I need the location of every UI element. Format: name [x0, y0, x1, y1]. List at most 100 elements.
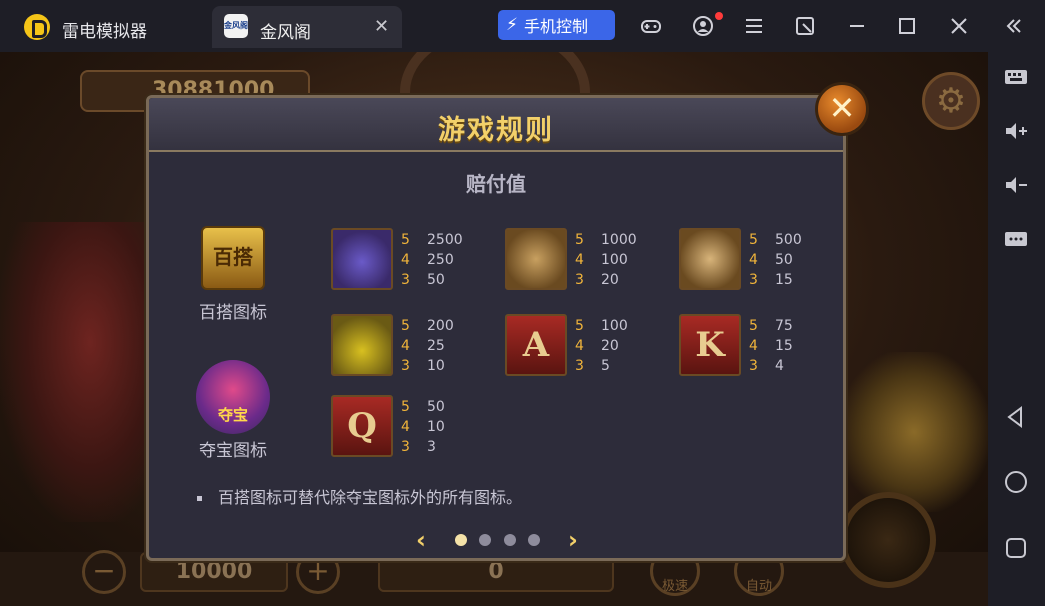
payout-4: 100 — [601, 252, 628, 268]
payout-5: 50 — [427, 399, 445, 415]
payout-5: 75 — [775, 318, 793, 334]
tab-label: 金风阁 — [260, 23, 311, 43]
previous-page-arrow-icon[interactable]: ‹ — [409, 526, 433, 554]
paytable-row: 5 4 3 200 25 10 — [331, 314, 501, 378]
payout-5: 500 — [775, 232, 802, 248]
phone-control-label: 手机控制 — [523, 17, 588, 36]
back-icon[interactable] — [1001, 404, 1031, 434]
count-4: 4 — [401, 252, 410, 268]
wild-symbol-item: 百搭 百搭图标 — [183, 226, 283, 323]
match-counts: 5 4 3 — [575, 230, 589, 290]
dialog-close-button[interactable]: ✕ — [815, 82, 869, 136]
count-4: 4 — [575, 338, 584, 354]
resize-icon[interactable] — [793, 14, 817, 38]
match-counts: 5 4 3 — [749, 230, 763, 290]
page-indicator: ‹ › — [409, 526, 589, 556]
paytable-row: 5 4 3 500 50 15 — [679, 228, 849, 292]
page-dot-active[interactable] — [455, 534, 467, 546]
payout-5: 1000 — [601, 232, 637, 248]
tab-game[interactable]: 金风阁 金风阁 ✕ — [212, 6, 402, 48]
paytable-row: K 5 4 3 75 15 4 — [679, 314, 849, 378]
phone-control-button[interactable]: ⚡ 手机控制 — [498, 10, 615, 40]
payout-5: 2500 — [427, 232, 463, 248]
gamepad-icon[interactable] — [639, 14, 663, 38]
count-5: 5 — [401, 399, 410, 415]
paytable-row: 5 4 3 1000 100 20 — [505, 228, 675, 292]
collapse-sidebar-icon[interactable] — [1002, 14, 1026, 38]
payout-4: 15 — [775, 338, 793, 354]
recent-apps-icon[interactable] — [1001, 535, 1031, 565]
volume-down-icon[interactable] — [1001, 172, 1031, 202]
bet-decrease-button[interactable]: − — [82, 550, 126, 594]
payout-values: 1000 100 20 — [601, 230, 661, 290]
app-name: 雷电模拟器 — [62, 22, 147, 42]
page-dot[interactable] — [479, 534, 491, 546]
potion-bottle-symbol-icon — [331, 314, 393, 376]
wild-symbol-label: 百搭图标 — [199, 303, 267, 323]
bullet-icon — [197, 496, 202, 501]
count-5: 5 — [749, 232, 758, 248]
paytable-title: 赔付值 — [466, 172, 526, 196]
minimize-icon[interactable] — [845, 14, 869, 38]
spin-button[interactable] — [840, 492, 936, 588]
payout-3: 5 — [601, 358, 610, 374]
payout-5: 100 — [601, 318, 628, 334]
payout-4: 25 — [427, 338, 445, 354]
next-page-arrow-icon[interactable]: › — [561, 526, 585, 554]
wild-symbol-icon: 百搭 — [201, 226, 265, 290]
pirate-artwork — [0, 222, 150, 522]
count-3: 3 — [401, 439, 410, 455]
menu-icon[interactable] — [742, 14, 766, 38]
count-5: 5 — [575, 318, 584, 334]
count-5: 5 — [401, 318, 410, 334]
compass-symbol-icon — [679, 228, 741, 290]
keyboard-icon[interactable] — [1001, 64, 1031, 94]
scatter-symbol-icon: 夺宝 — [196, 360, 270, 434]
game-app-icon: 金风阁 — [224, 14, 248, 38]
scatter-symbol-item: 夺宝 夺宝图标 — [183, 360, 283, 461]
scatter-symbol-label: 夺宝图标 — [199, 441, 267, 461]
letter-q-symbol-icon: Q — [331, 395, 393, 457]
captain-symbol-icon — [331, 228, 393, 290]
close-icon[interactable] — [947, 14, 971, 38]
count-4: 4 — [749, 252, 758, 268]
payout-5: 200 — [427, 318, 454, 334]
wild-rule-text: 百搭图标可替代除夺宝图标外的所有图标。 — [218, 488, 523, 507]
count-3: 3 — [749, 358, 758, 374]
count-3: 3 — [749, 272, 758, 288]
ldplayer-logo-icon — [24, 14, 50, 40]
count-5: 5 — [575, 232, 584, 248]
count-4: 4 — [401, 419, 410, 435]
treasure-artwork — [840, 352, 988, 512]
payout-values: 2500 250 50 — [427, 230, 487, 290]
title-bar: 雷电模拟器 金风阁 金风阁 ✕ ⚡ 手机控制 — [0, 0, 1045, 52]
emulator-window: 雷电模拟器 金风阁 金风阁 ✕ ⚡ 手机控制 30881000 ⚙ − 1000… — [0, 0, 1045, 606]
payout-3: 3 — [427, 439, 436, 455]
tab-close-icon[interactable]: ✕ — [374, 16, 389, 37]
count-4: 4 — [575, 252, 584, 268]
count-3: 3 — [401, 358, 410, 374]
home-icon[interactable] — [1001, 469, 1031, 499]
count-3: 3 — [575, 358, 584, 374]
account-icon[interactable] — [691, 14, 715, 38]
count-3: 3 — [575, 272, 584, 288]
payout-values: 500 50 15 — [775, 230, 835, 290]
settings-gear-icon[interactable] — [922, 72, 980, 130]
volume-up-icon[interactable] — [1001, 118, 1031, 148]
match-counts: 5 4 3 — [749, 316, 763, 376]
maximize-icon[interactable] — [895, 14, 919, 38]
count-4: 4 — [749, 338, 758, 354]
notification-dot — [715, 12, 723, 20]
page-dot[interactable] — [504, 534, 516, 546]
count-5: 5 — [401, 232, 410, 248]
letter-k-symbol-icon: K — [679, 314, 741, 376]
more-icon[interactable] — [1001, 226, 1031, 256]
page-dot[interactable] — [528, 534, 540, 546]
match-counts: 5 4 3 — [401, 397, 415, 457]
count-4: 4 — [401, 338, 410, 354]
dialog-title: 游戏规则 — [438, 115, 554, 146]
payout-4: 10 — [427, 419, 445, 435]
payout-4: 250 — [427, 252, 454, 268]
payout-values: 200 25 10 — [427, 316, 487, 376]
game-rules-dialog: 游戏规则 ✕ 赔付值 百搭 百搭图标 夺宝 夺宝图标 5 4 3 2500 25… — [146, 82, 869, 561]
